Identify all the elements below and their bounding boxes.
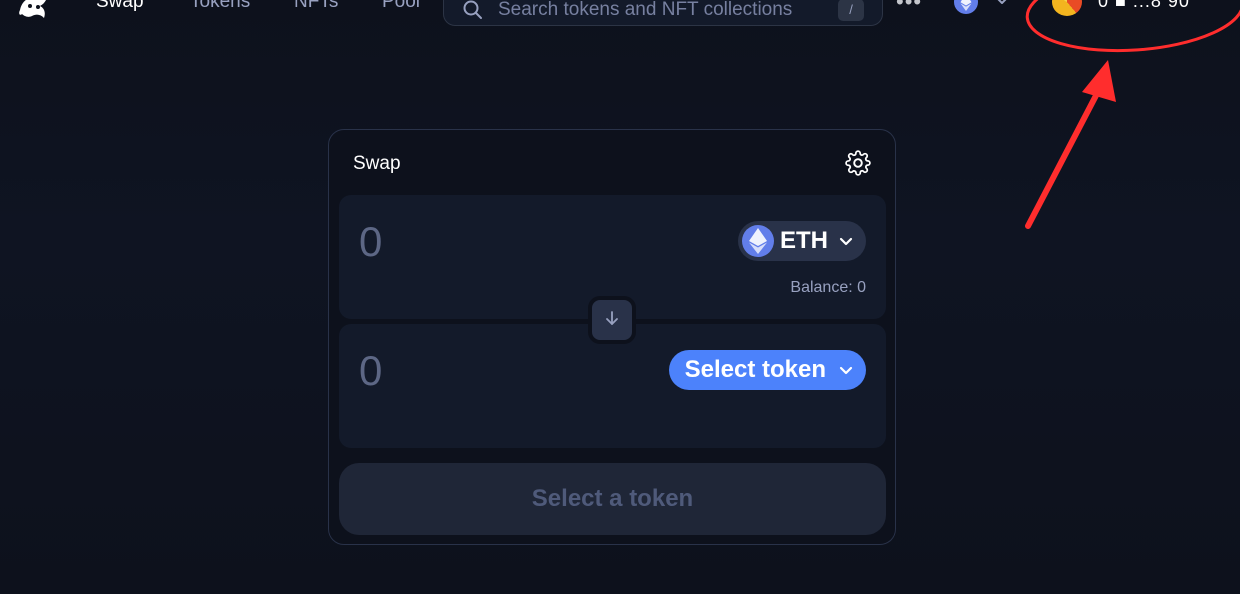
arrow-down-icon bbox=[603, 309, 621, 332]
output-amount-field[interactable]: 0 bbox=[359, 348, 382, 394]
network-selector-button[interactable] bbox=[948, 0, 1018, 14]
more-icon[interactable]: ••• bbox=[896, 0, 922, 13]
nav-swap-link[interactable]: Swap bbox=[96, 0, 144, 14]
chevron-down-icon bbox=[838, 233, 854, 249]
switch-tokens-button[interactable] bbox=[588, 296, 636, 344]
input-balance: Balance: 0 bbox=[790, 279, 866, 296]
input-amount-field[interactable]: 0 bbox=[359, 219, 382, 265]
avatar bbox=[1052, 0, 1082, 16]
search-icon bbox=[462, 0, 484, 21]
ethereum-icon bbox=[742, 225, 774, 257]
input-token-selector-button[interactable]: ETH bbox=[738, 221, 866, 261]
uniswap-logo-icon[interactable] bbox=[16, 0, 52, 22]
account-address: 0 ■ ...8 90 bbox=[1098, 0, 1190, 11]
nav-nfts-link[interactable]: NFTs bbox=[294, 0, 338, 14]
swap-card: Swap 0 ETH Balance: 0 0 Select token Sel… bbox=[328, 129, 896, 545]
top-nav: Swap Tokens NFTs Pool Search tokens and … bbox=[0, 0, 1240, 40]
nav-pool-link[interactable]: Pool bbox=[382, 0, 420, 14]
gear-icon[interactable] bbox=[845, 150, 871, 176]
swap-title: Swap bbox=[353, 153, 401, 174]
select-token-button[interactable]: Select token bbox=[668, 350, 866, 390]
search-bar[interactable]: Search tokens and NFT collections / bbox=[443, 0, 883, 26]
ethereum-icon bbox=[954, 0, 978, 14]
input-token-symbol: ETH bbox=[780, 227, 828, 254]
chevron-down-icon bbox=[838, 362, 854, 378]
select-token-label: Select token bbox=[684, 356, 826, 383]
account-button[interactable]: 0 ■ ...8 90 bbox=[1044, 0, 1240, 18]
search-input[interactable]: Search tokens and NFT collections bbox=[498, 0, 792, 21]
chevron-down-icon bbox=[994, 0, 1010, 8]
nav-tokens-link[interactable]: Tokens bbox=[190, 0, 250, 14]
select-a-token-button[interactable]: Select a token bbox=[339, 463, 886, 535]
search-shortcut-hint: / bbox=[838, 0, 864, 21]
